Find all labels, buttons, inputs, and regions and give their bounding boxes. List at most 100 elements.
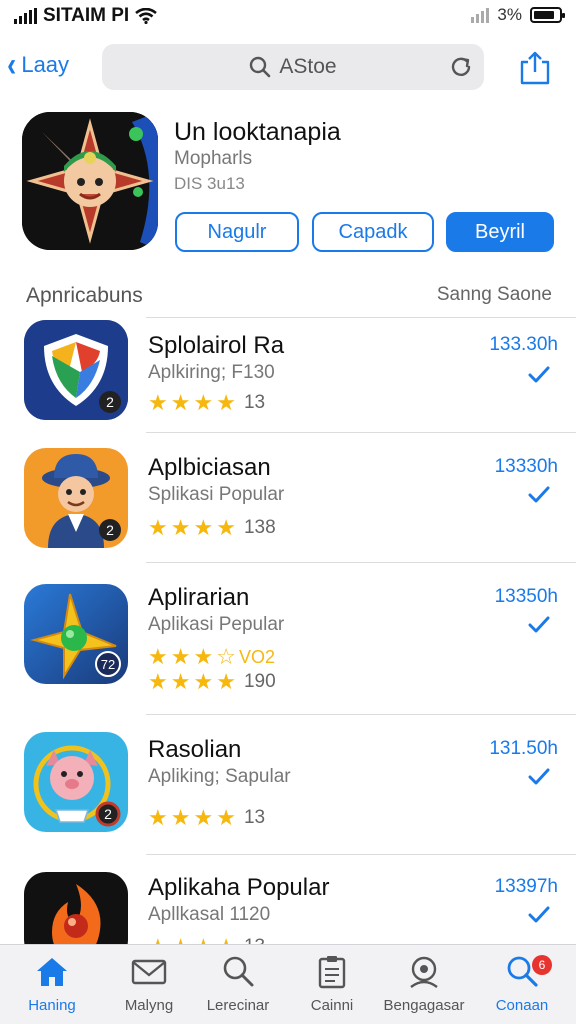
checkmark-icon [528,486,550,503]
star-icon: ★ [148,390,168,415]
carrier-label: SITAIM PI [43,5,130,26]
star-icon: ★ [193,669,214,694]
search-field[interactable]: AStoe [102,44,484,90]
star-icon: ★ [193,644,214,669]
featured-app-subtitle: Mopharls [174,148,253,169]
share-icon[interactable] [518,50,552,86]
app-subtitle: Apllkasal 1120 [148,904,271,925]
status-left: SITAIM PI [14,5,158,27]
rating-extra: VO2 [238,646,275,667]
app-name: Aplirarian [148,584,250,611]
app-subtitle: Splikasi Popular [148,484,285,505]
mail-icon [131,959,167,985]
app-name: Rasolian [148,736,242,763]
battery-icon [530,7,565,23]
cellular-icon [471,7,490,23]
rating-count: 13 [243,807,266,828]
home-icon [37,958,67,986]
star-icon: ★ [170,515,191,540]
shield-icon: 2 [24,320,128,420]
app-subtitle: Aplikasi Pepular [148,614,285,635]
star-icon: ★ [148,515,168,540]
app-row[interactable]: 72 Aplirarian Aplikasi Pepular ★ ★ ★ ☆ VO2 … [0,570,576,698]
app-rating: ★★★★ 13 [148,807,265,829]
app-rating: ★★★★ 13 [148,392,265,414]
app-size: 13397h [494,876,558,897]
rating-count: 13 [243,392,266,413]
featured-app-icon[interactable] [22,112,158,250]
checkmark-icon [528,366,550,383]
star-icon: ★ [193,515,214,540]
pig-character-icon: 2 [24,732,128,832]
checkmark-icon [528,616,550,633]
get-button[interactable]: Beyril [446,212,554,252]
featured-button-1[interactable]: Nagulr [175,212,299,252]
divider [146,714,576,715]
star-icon: ★ [170,644,191,669]
app-size: 13350h [494,586,558,607]
app-subtitle: Apliking; Sapular [148,766,291,787]
app-size: 13330h [494,456,558,477]
see-all-link[interactable]: Sanng Saone [437,284,552,306]
star-icon: ☆ [216,644,236,669]
reload-icon[interactable] [448,54,474,80]
app-size: 133.30h [489,334,558,355]
star-icon: ★ [216,390,236,415]
chevron-left-icon: ‹ [7,46,17,84]
battery-level [534,11,555,19]
app-row[interactable]: 2 Rasolian Apliking; Sapular ★ ★ ★ ★ 13 131… [0,722,576,850]
cowboy-character-icon: 2 [24,448,128,548]
featured-button-2[interactable]: Capadk [312,212,434,252]
search-text: AStoe [279,55,337,78]
search-icon [250,56,271,78]
featured-app-title: Un looktanapia [174,118,341,146]
tab-label: Cainni [310,997,354,1014]
back-button[interactable]: ‹ Laay [6,48,69,82]
tab-home[interactable]: Haning [4,953,100,1019]
tab-label: Bengagasar [383,997,465,1014]
star-icon: ★ [193,805,214,830]
app-row[interactable]: 2 Aplbiciasan Splikasi Popular ★ ★ ★ ★ 138 … [0,440,576,568]
checkmark-icon [528,768,550,785]
tab-profile[interactable]: Bengagasar [376,953,472,1019]
document-icon [318,956,346,989]
divider [146,562,576,563]
section-header: Apnricabuns Sanng Saone [0,282,576,318]
profile-icon [410,956,438,988]
tab-documents[interactable]: Cainni [284,953,380,1019]
tab-label: Haning [28,997,76,1014]
tab-bar: Haning Malyng Lerecinar Cainni Bengagasa… [0,944,576,1024]
app-name: Aplbiciasan [148,454,271,481]
app-row[interactable]: 2 Splolairol Ra Aplkiring; F130 ★ ★ ★ ★ 13 … [0,318,576,446]
search-icon [223,956,254,987]
app-size: 131.50h [489,738,558,759]
tab-search[interactable]: Lerecinar [190,953,286,1019]
tab-label: Conaan [495,997,549,1014]
app-rating-extra: ★ ★ ★ ☆ VO2 [148,646,275,668]
featured-app: Un looktanapia Mopharls DIS 3u13 Nagulr … [0,110,576,260]
featured-app-meta: DIS 3u13 [174,174,245,193]
signal-icon [14,8,37,24]
rating-count: 190 [243,671,276,692]
star-icon: ★ [216,669,236,694]
app-badge: 72 [101,657,115,672]
app-name: Splolairol Ra [148,332,285,359]
tab-search-updates[interactable]: 6 Conaan [474,953,570,1019]
tab-mail[interactable]: Malyng [101,953,197,1019]
status-bar: SITAIM PI 3% [0,0,576,30]
divider [146,432,576,433]
star-icon: ★ [216,805,236,830]
nav-bar: ‹ Laay AStoe [0,40,576,94]
app-badge: 2 [104,806,112,822]
notification-badge: 6 [532,955,552,975]
checkmark-icon [528,906,550,923]
wifi-icon [135,8,158,24]
section-title: Apnricabuns [26,284,143,307]
star-icon: ★ [216,515,236,540]
status-right: 3% [471,5,565,25]
app-subtitle: Aplkiring; F130 [148,362,275,383]
rating-count: 138 [243,517,276,538]
tab-label: Lerecinar [206,997,270,1014]
star-icon: ★ [148,644,168,669]
app-badge: 2 [106,394,114,410]
